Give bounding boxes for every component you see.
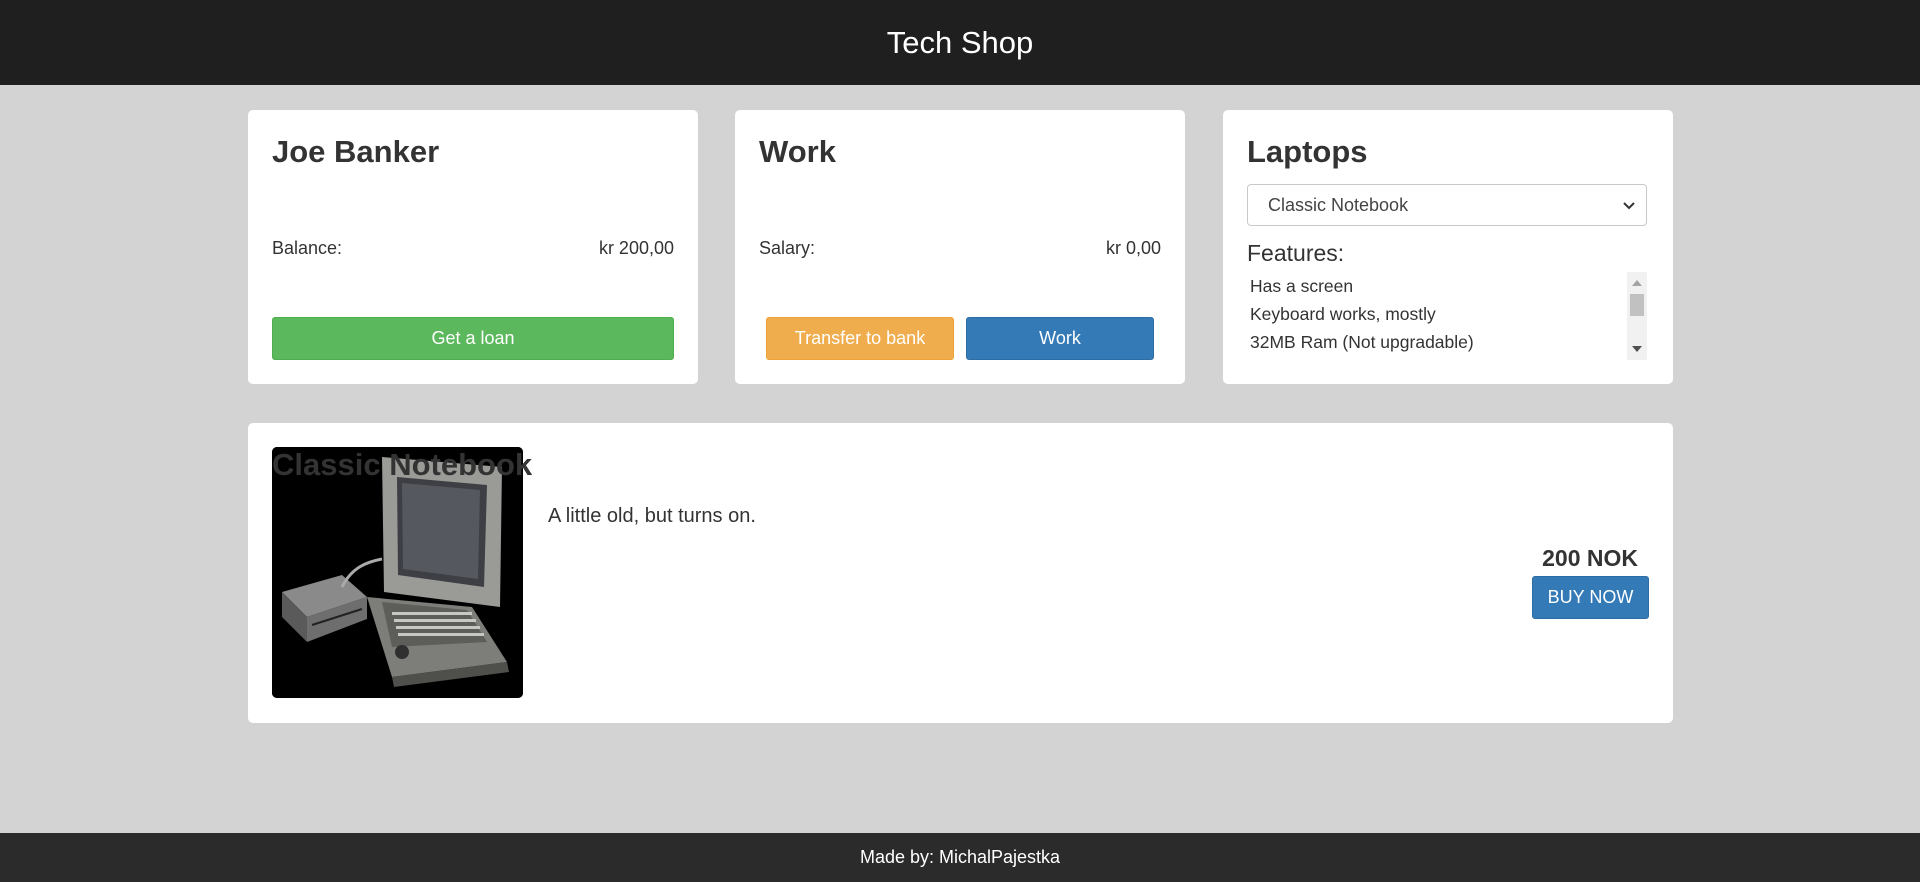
product-title: Classic Notebook: [272, 447, 533, 482]
site-footer: Made by: MichalPajestka: [0, 833, 1920, 882]
salary-value: kr 0,00: [1105, 238, 1161, 258]
product-card: Classic Notebook A little old, but turns…: [248, 423, 1673, 723]
salary-label: Salary:: [759, 238, 816, 258]
balance-value: kr 200,00: [598, 238, 674, 258]
salary-row: Salary: kr 0,00: [759, 238, 1161, 259]
product-description: A little old, but turns on.: [548, 505, 756, 527]
laptop-illustration: [272, 447, 523, 698]
transfer-to-bank-button[interactable]: Transfer to bank: [766, 317, 954, 360]
footer-credit: Made by: MichalPajestka: [859, 847, 1061, 867]
laptop-select[interactable]: Classic Notebook: [1247, 184, 1647, 226]
bank-card: Joe Banker Balance: kr 200,00 Get a loan: [248, 110, 698, 384]
get-loan-button[interactable]: Get a loan: [272, 317, 674, 360]
laptops-title: Laptops: [1247, 134, 1368, 169]
site-header: Tech Shop: [0, 0, 1920, 85]
product-price: 200 NOK: [1542, 545, 1638, 571]
laptops-card: Laptops Classic Notebook Features: Has a…: [1223, 110, 1673, 384]
features-label: Features:: [1247, 240, 1345, 266]
laptop-image: [272, 447, 523, 698]
feature-item: Keyboard works, mostly: [1250, 304, 1436, 324]
work-title: Work: [759, 134, 836, 169]
balance-row: Balance: kr 200,00: [272, 238, 674, 259]
chevron-down-icon: [1623, 202, 1635, 210]
site-title: Tech Shop: [886, 24, 1034, 60]
work-button[interactable]: Work: [966, 317, 1154, 360]
work-card: Work Salary: kr 0,00 Transfer to bank Wo…: [735, 110, 1185, 384]
bank-owner-name: Joe Banker: [272, 134, 440, 169]
buy-now-button[interactable]: BUY NOW: [1532, 576, 1649, 619]
features-list-box[interactable]: Has a screen Keyboard works, mostly 32MB…: [1247, 272, 1647, 360]
features-list: Has a screen Keyboard works, mostly 32MB…: [1247, 272, 1647, 356]
features-scrollbar[interactable]: [1627, 272, 1647, 360]
balance-label: Balance:: [272, 238, 343, 258]
laptop-select-value: Classic Notebook: [1268, 194, 1409, 215]
arrow-down-icon[interactable]: [1632, 346, 1642, 352]
arrow-up-icon[interactable]: [1632, 280, 1642, 286]
feature-item: Has a screen: [1250, 276, 1354, 296]
scrollbar-thumb[interactable]: [1630, 294, 1644, 316]
feature-item: 32MB Ram (Not upgradable): [1250, 332, 1474, 352]
